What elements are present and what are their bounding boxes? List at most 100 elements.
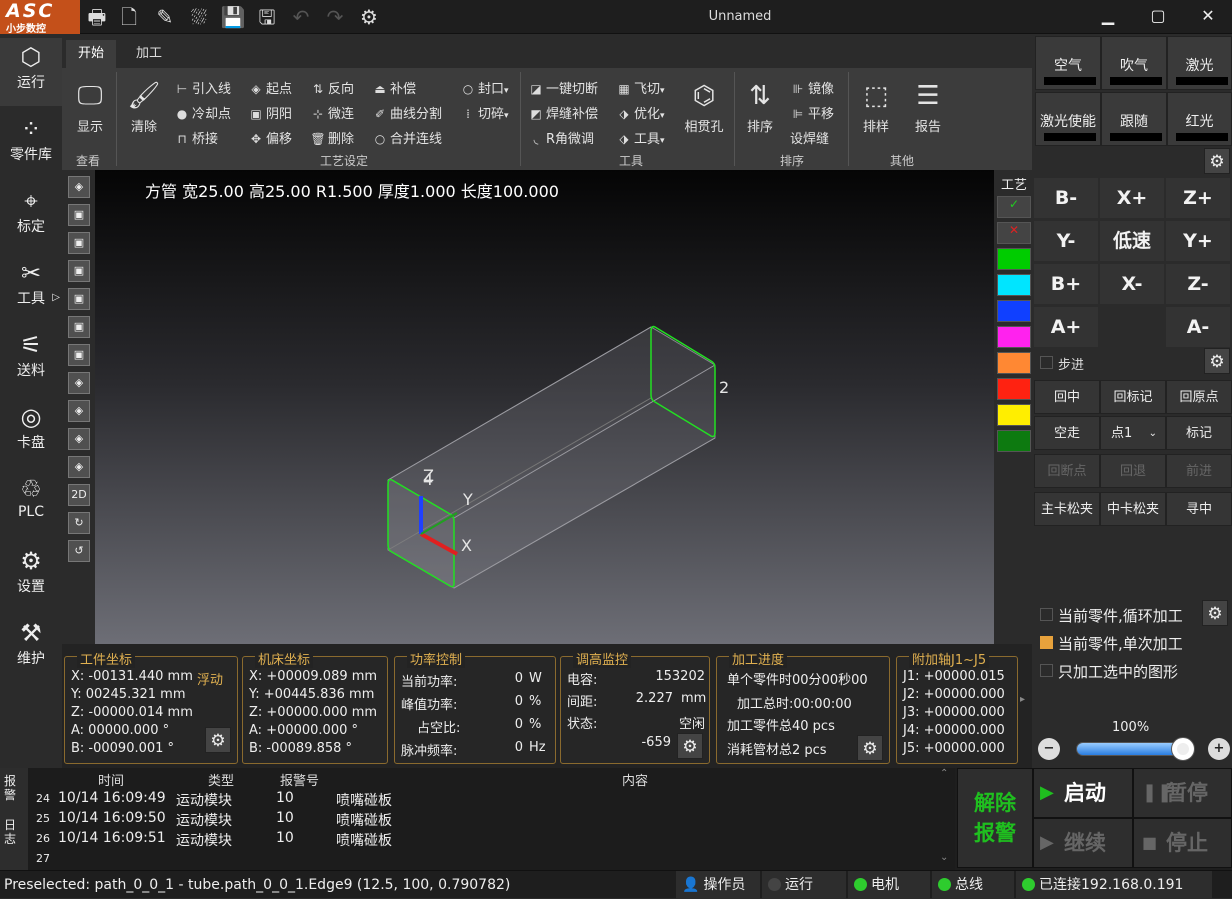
set-weld-button[interactable]: 设焊缝 bbox=[790, 128, 829, 147]
reverse-button[interactable]: ⇅ 反向 bbox=[310, 78, 354, 97]
layer-color-orange[interactable] bbox=[997, 352, 1031, 374]
nav-parts[interactable]: ⁘ 零件库 bbox=[0, 110, 62, 178]
blow-button[interactable]: 吹气 bbox=[1101, 36, 1167, 90]
nesting-button[interactable]: ⬚ 排样 bbox=[856, 76, 896, 135]
curve-split-button[interactable]: ✐ 曲线分割 bbox=[372, 103, 442, 122]
view-iso2-icon[interactable]: ◈ bbox=[68, 400, 90, 422]
jog-low-speed[interactable]: 低速 bbox=[1100, 221, 1164, 261]
mirror-button[interactable]: ⊪ 镜像 bbox=[790, 78, 834, 97]
speed-slider-handle[interactable] bbox=[1172, 738, 1194, 760]
check-icon[interactable]: ✓ bbox=[997, 196, 1031, 218]
layer-color-yellow[interactable] bbox=[997, 404, 1031, 426]
jog-a-plus[interactable]: A+ bbox=[1034, 307, 1098, 347]
resume-button[interactable]: ▶ 继续 bbox=[1033, 818, 1133, 868]
single-current-checkbox[interactable] bbox=[1040, 636, 1053, 649]
step-checkbox[interactable] bbox=[1040, 356, 1053, 369]
nav-maintenance[interactable]: ⚒ 维护 bbox=[0, 614, 62, 682]
seal-button[interactable]: ○ 封口▾ bbox=[460, 78, 509, 97]
report-button[interactable]: ☰ 报告 bbox=[908, 76, 948, 135]
view-back-icon[interactable]: ▣ bbox=[68, 232, 90, 254]
operator-status[interactable]: 👤 操作员 bbox=[676, 871, 760, 899]
cross-icon[interactable]: ✕ bbox=[997, 222, 1031, 244]
rotate-ccw-icon[interactable]: ↺ bbox=[68, 540, 90, 562]
stop-button[interactable]: ■ 停止 bbox=[1133, 818, 1232, 868]
lead-in-button[interactable]: ⊢ 引入线 bbox=[174, 78, 231, 97]
loop-current-checkbox[interactable] bbox=[1040, 608, 1053, 621]
clear-alarm-button[interactable]: 解除 报警 bbox=[957, 768, 1033, 868]
speed-increase-button[interactable]: + bbox=[1208, 738, 1230, 760]
air-button[interactable]: 空气 bbox=[1035, 36, 1101, 90]
progress-gear-icon[interactable]: ⚙ bbox=[857, 735, 883, 761]
compensate-button[interactable]: ⏏ 补偿 bbox=[372, 78, 416, 97]
scroll-up-icon[interactable]: ⌃ bbox=[940, 768, 948, 779]
panel-scroll-right-icon[interactable]: ▸ bbox=[1020, 694, 1030, 710]
return-center-button[interactable]: 回中 bbox=[1034, 380, 1100, 414]
layer-color-red[interactable] bbox=[997, 378, 1031, 400]
layer-color-darkgreen[interactable] bbox=[997, 430, 1031, 452]
mark-button[interactable]: 标记 bbox=[1166, 416, 1232, 450]
view-iso1-icon[interactable]: ◈ bbox=[68, 372, 90, 394]
dry-run-button[interactable]: 空走 bbox=[1034, 416, 1100, 450]
view-iso4-icon[interactable]: ◈ bbox=[68, 456, 90, 478]
layer-color-cyan[interactable] bbox=[997, 274, 1031, 296]
layer-color-green[interactable] bbox=[997, 248, 1031, 270]
options-gear-icon[interactable]: ⚙ bbox=[1202, 600, 1228, 626]
layer-color-blue[interactable] bbox=[997, 300, 1031, 322]
jog-y-minus[interactable]: Y- bbox=[1034, 221, 1098, 261]
point-select-dropdown[interactable]: 点1 ⌄ bbox=[1100, 416, 1166, 450]
settings-icon[interactable]: ⚙ bbox=[356, 4, 382, 30]
view-top-icon[interactable]: ▣ bbox=[68, 316, 90, 338]
tab-alarm[interactable]: 报警 bbox=[4, 774, 24, 802]
return-break-button[interactable]: 回断点 bbox=[1034, 454, 1100, 488]
tool-menu-button[interactable]: ⬗ 工具▾ bbox=[616, 128, 664, 147]
nav-chuck[interactable]: ◎ 卡盘 bbox=[0, 398, 62, 466]
jog-z-plus[interactable]: Z+ bbox=[1166, 178, 1230, 218]
jog-y-plus[interactable]: Y+ bbox=[1166, 221, 1230, 261]
minimize-icon[interactable]: ▁ bbox=[1098, 6, 1118, 26]
jog-settings-gear-icon[interactable]: ⚙ bbox=[1204, 348, 1230, 374]
speed-decrease-button[interactable]: − bbox=[1038, 738, 1060, 760]
view-left-icon[interactable]: ▣ bbox=[68, 260, 90, 282]
mid-chuck-button[interactable]: 中卡松夹 bbox=[1100, 492, 1166, 526]
view-right-icon[interactable]: ▣ bbox=[68, 288, 90, 310]
height-monitor-gear-icon[interactable]: ⚙ bbox=[677, 733, 703, 759]
nav-feeder[interactable]: ⚟ 送料 bbox=[0, 326, 62, 394]
view-iso3-icon[interactable]: ◈ bbox=[68, 428, 90, 450]
red-light-button[interactable]: 红光 bbox=[1167, 92, 1232, 146]
r-adjust-button[interactable]: ◟ R角微调 bbox=[528, 128, 594, 147]
rotate-cw-icon[interactable]: ↻ bbox=[68, 512, 90, 534]
sort-button[interactable]: ⇅ 排序 bbox=[742, 76, 778, 135]
nav-settings[interactable]: ⚙ 设置 bbox=[0, 542, 62, 610]
optimize-button[interactable]: ⬗ 优化▾ bbox=[616, 103, 664, 122]
scroll-down-icon[interactable]: ⌄ bbox=[940, 852, 948, 863]
translate-button[interactable]: ⊫ 平移 bbox=[790, 103, 834, 122]
print-icon[interactable]: 🖶 bbox=[84, 4, 110, 30]
view-front-icon[interactable]: ▣ bbox=[68, 204, 90, 226]
work-coord-gear-icon[interactable]: ⚙ bbox=[205, 727, 231, 753]
bridge-button[interactable]: ⊓ 桥接 bbox=[174, 128, 218, 147]
new-file-icon[interactable]: 🗋 bbox=[116, 4, 142, 30]
laser-enable-button[interactable]: 激光使能 bbox=[1035, 92, 1101, 146]
undo-icon[interactable]: ↶ bbox=[288, 4, 314, 30]
yin-yang-button[interactable]: ▣ 阴阳 bbox=[248, 103, 292, 122]
cool-point-button[interactable]: ● 冷却点 bbox=[174, 103, 231, 122]
close-icon[interactable]: ✕ bbox=[1198, 6, 1218, 26]
show-button[interactable]: 🖵 显示 bbox=[70, 76, 110, 135]
jog-b-minus[interactable]: B- bbox=[1034, 178, 1098, 218]
one-key-cut-button[interactable]: ◪ 一键切断 bbox=[528, 78, 598, 97]
start-button[interactable]: ▶ 启动 bbox=[1033, 768, 1133, 818]
main-chuck-button[interactable]: 主卡松夹 bbox=[1034, 492, 1100, 526]
jog-b-plus[interactable]: B+ bbox=[1034, 264, 1098, 304]
micro-joint-button[interactable]: ⊹ 微连 bbox=[310, 103, 354, 122]
follow-button[interactable]: 跟随 bbox=[1101, 92, 1167, 146]
tab-process[interactable]: 加工 bbox=[124, 40, 174, 68]
jog-a-minus[interactable]: A- bbox=[1166, 307, 1230, 347]
delete-button[interactable]: 🗑 删除 bbox=[310, 128, 354, 147]
nav-run[interactable]: ⬡ 运行 bbox=[0, 38, 62, 106]
offset-button[interactable]: ✥ 偏移 bbox=[248, 128, 292, 147]
import-icon[interactable]: ⛆ bbox=[186, 4, 212, 30]
return-mark-button[interactable]: 回标记 bbox=[1100, 380, 1166, 414]
jog-x-minus[interactable]: X- bbox=[1100, 264, 1164, 304]
save-icon[interactable]: 💾 bbox=[220, 4, 246, 30]
return-origin-button[interactable]: 回原点 bbox=[1166, 380, 1232, 414]
